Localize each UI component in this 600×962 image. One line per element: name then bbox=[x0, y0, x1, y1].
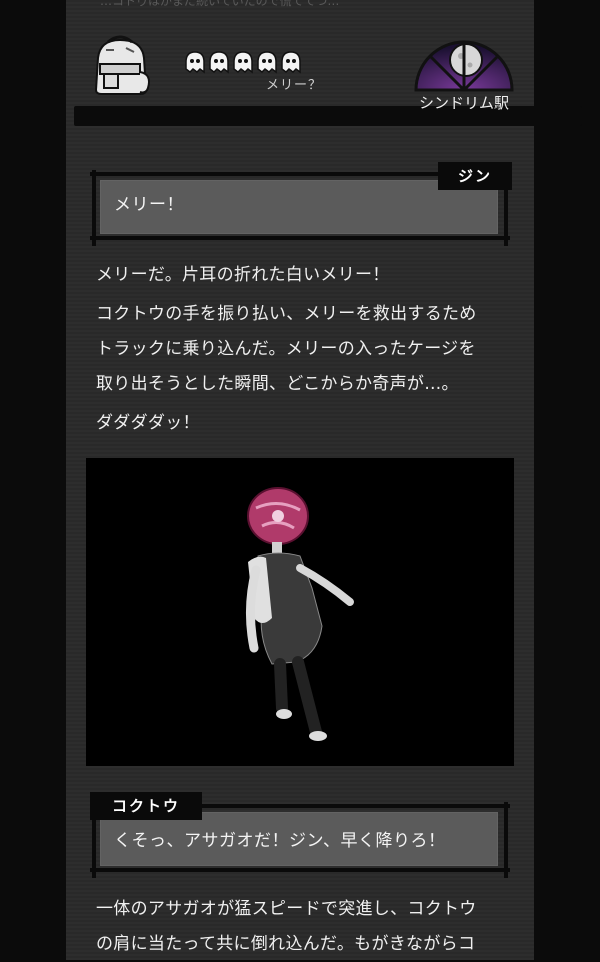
narration-line: 取り出そうとした瞬間、どこからか奇声が…。 bbox=[96, 374, 459, 394]
dialog-box-jin[interactable]: ジン メリー！ bbox=[90, 160, 512, 246]
narration-line: トラックに乗り込んだ。メリーの入ったケージを bbox=[96, 339, 476, 359]
lives-character-name: メリー？ bbox=[266, 78, 323, 93]
faded-previous-text: …コトゥはがまだ続いていたので慌ててつ… bbox=[100, 0, 340, 8]
dialog-text: くそっ、アサガオだ！ジン、早く降りろ！ bbox=[114, 831, 446, 851]
backpack-icon[interactable] bbox=[86, 34, 156, 98]
speaker-name: コクトウ bbox=[90, 792, 202, 820]
narration-line: メリーだ。片耳の折れた白いメリー！ bbox=[96, 265, 390, 285]
scene-illustration bbox=[86, 458, 514, 766]
header: メリー？ シンドリム駅 bbox=[66, 22, 582, 126]
moon-window-icon bbox=[414, 40, 514, 92]
narration-line: ダダダダッ！ bbox=[96, 413, 200, 433]
narration-line: 一体のアサガオが猛スピードで突進し、コクトウ bbox=[96, 899, 477, 919]
narration-line: コクトウの手を振り払い、メリーを救出するため bbox=[96, 304, 477, 324]
narration-block: 一体のアサガオが猛スピードで突進し、コクトウ の肩に当たって共に倒れ込んだ。もが… bbox=[96, 892, 516, 962]
narration-line: の肩に当たって共に倒れ込んだ。もがきながらコ bbox=[96, 934, 476, 954]
narration-block: メリーだ。片耳の折れた白いメリー！ コクトウの手を振り払い、メリーを救出するため… bbox=[96, 258, 516, 441]
asagao-monster-figure bbox=[245, 487, 354, 741]
speaker-name: ジン bbox=[438, 162, 512, 190]
dialog-box-kokutou[interactable]: コクトウ くそっ、アサガオだ！ジン、早く降りろ！ bbox=[90, 792, 510, 878]
station-indicator[interactable]: シンドリム駅 bbox=[412, 30, 516, 120]
ghost-icon bbox=[280, 50, 302, 74]
dialog-text: メリー！ bbox=[114, 195, 184, 215]
ghost-icon bbox=[208, 50, 230, 74]
ghost-icon bbox=[232, 50, 254, 74]
ghost-icon bbox=[184, 50, 206, 74]
ghost-icon bbox=[256, 50, 278, 74]
station-name: シンドリム駅 bbox=[418, 94, 509, 112]
